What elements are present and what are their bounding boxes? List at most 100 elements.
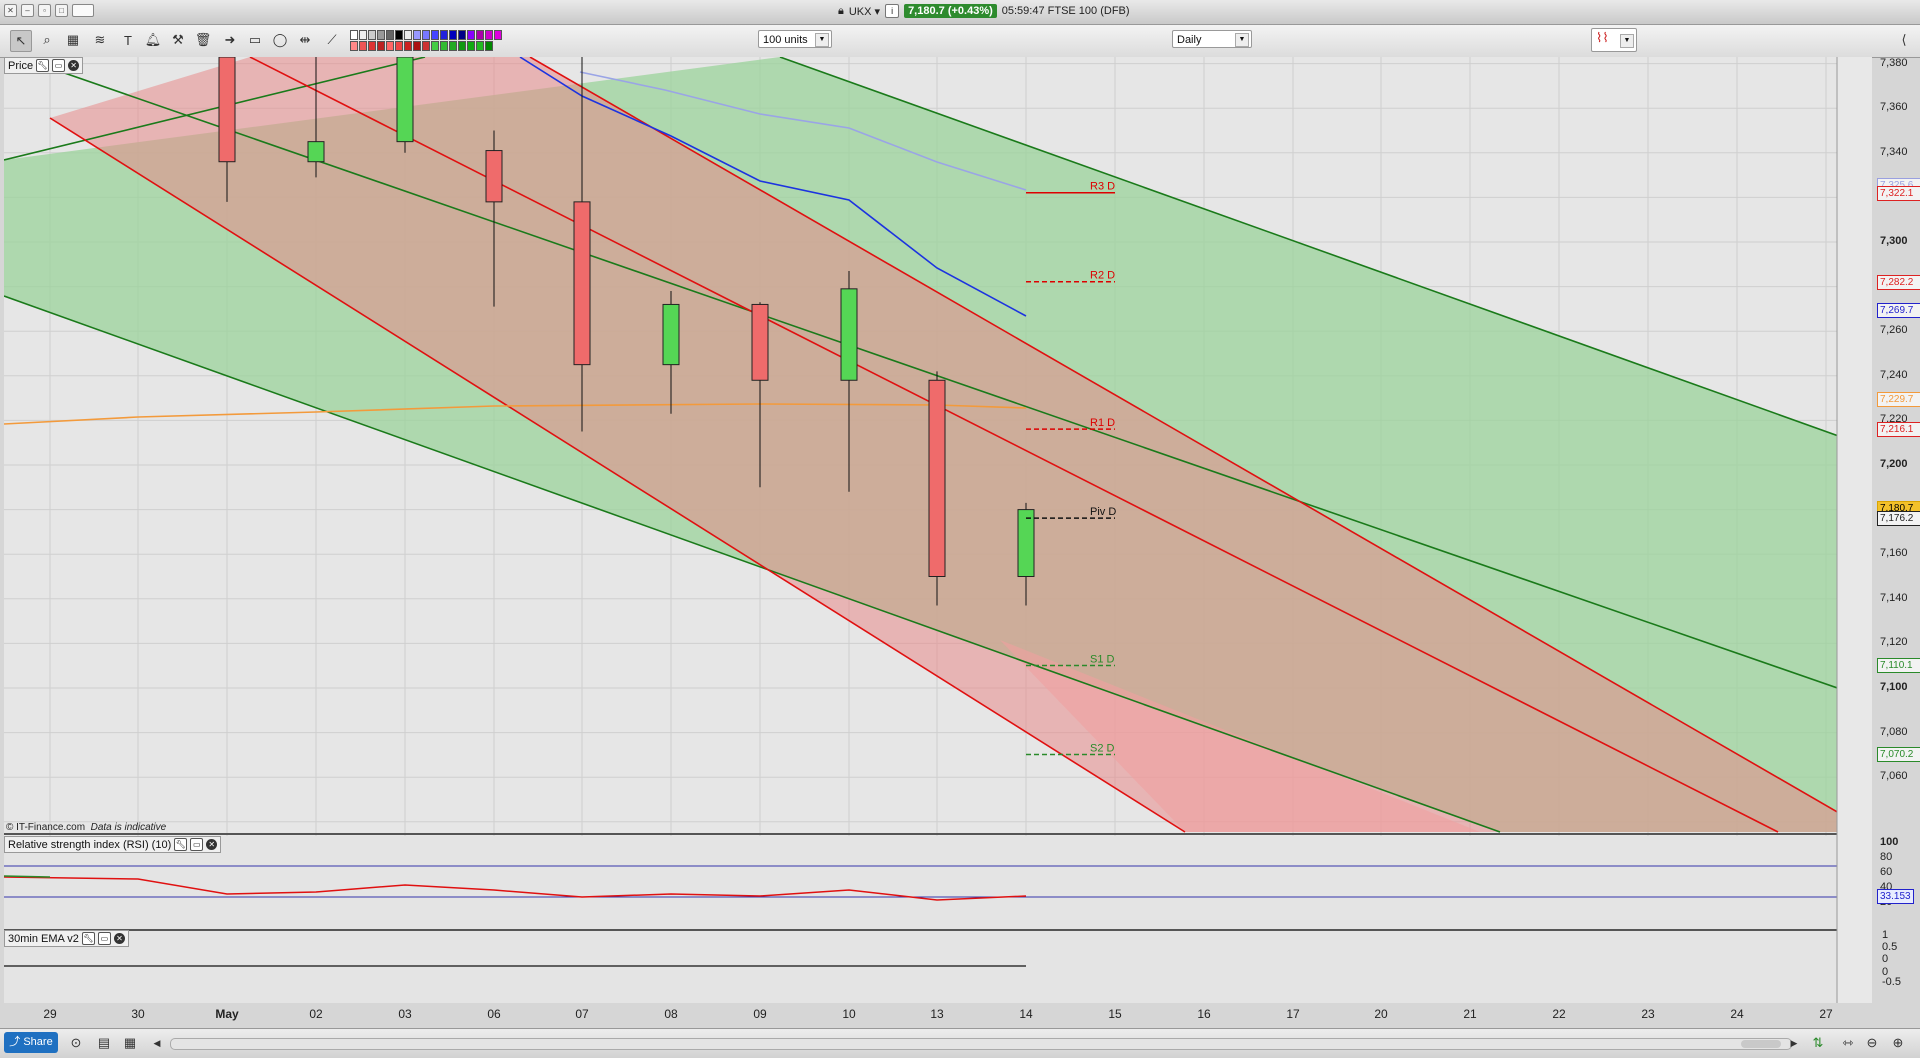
color-swatch[interactable] bbox=[395, 30, 403, 40]
share-button[interactable]: ⤴ Share bbox=[4, 1032, 58, 1053]
color-swatch[interactable] bbox=[350, 30, 358, 40]
pointer-icon[interactable]: ↖ bbox=[10, 30, 32, 52]
window-icon[interactable]: ▭ bbox=[52, 59, 66, 72]
price-tick-label: 7,300 bbox=[1880, 235, 1908, 247]
layout-icon[interactable]: ▤ bbox=[94, 1033, 114, 1053]
close-icon[interactable]: ✕ bbox=[68, 60, 80, 71]
color-swatch[interactable] bbox=[431, 30, 439, 40]
color-swatch[interactable] bbox=[440, 30, 448, 40]
grid-icon[interactable]: ▦ bbox=[120, 1033, 140, 1053]
color-swatch[interactable] bbox=[368, 41, 376, 51]
hammer-icon[interactable]: ⚒ bbox=[168, 30, 188, 50]
pivot-label: R2 D bbox=[1090, 270, 1115, 282]
trendline-icon[interactable]: ⟋ bbox=[322, 30, 342, 50]
price-badge: 7,070.2 bbox=[1877, 747, 1920, 763]
pivot-label: R3 D bbox=[1090, 181, 1115, 193]
fib-icon[interactable]: ≋ bbox=[90, 30, 110, 50]
color-swatch[interactable] bbox=[476, 30, 484, 40]
title-center: 🔒︎ UKX ▾ i 7,180.7 (+0.43%) 05:59:47 FTS… bbox=[838, 4, 1130, 18]
rsi-tick-label: 100 bbox=[1880, 836, 1899, 848]
color-swatch[interactable] bbox=[449, 41, 457, 51]
info-icon[interactable]: i bbox=[885, 4, 900, 18]
wrench-icon[interactable]: 🔧︎ bbox=[36, 59, 50, 72]
minimize-window-icon[interactable]: – bbox=[21, 4, 34, 17]
wrench-icon[interactable]: 🔧︎ bbox=[174, 838, 188, 851]
price-tick-label: 7,380 bbox=[1880, 56, 1908, 69]
scroll-left-icon[interactable]: ◀ bbox=[147, 1033, 167, 1053]
color-swatch[interactable] bbox=[395, 41, 403, 51]
pivot-label: S1 D bbox=[1090, 653, 1115, 665]
keyboard-icon[interactable] bbox=[72, 4, 94, 17]
zoom-range-icon[interactable]: ⇿ bbox=[1838, 1033, 1858, 1053]
scrollbar-thumb[interactable] bbox=[1741, 1040, 1781, 1048]
color-swatch[interactable] bbox=[404, 41, 412, 51]
color-swatch[interactable] bbox=[485, 41, 493, 51]
color-swatch[interactable] bbox=[440, 41, 448, 51]
price-tick-label: 7,080 bbox=[1880, 725, 1908, 738]
price-tick-label: 7,160 bbox=[1880, 547, 1908, 560]
scroll-right-icon[interactable]: ▶ bbox=[1784, 1033, 1804, 1053]
rectangle-icon[interactable]: ▭ bbox=[245, 30, 265, 50]
horizontal-scrollbar[interactable] bbox=[170, 1038, 1792, 1050]
color-swatch[interactable] bbox=[467, 30, 475, 40]
close-window-icon[interactable]: ✕ bbox=[4, 4, 17, 17]
drawing-toolbar: ↖ ⌕ ▦ ≋ T 🔔︎ ⚒ 🗑︎ ➜ ▭ ◯ ⇹ ⟋ 100 units ▼ … bbox=[0, 25, 1920, 58]
zoom-icon[interactable]: ⌕ bbox=[37, 30, 57, 50]
trash-icon[interactable]: 🗑︎ bbox=[193, 30, 213, 50]
window-icon[interactable]: ▭ bbox=[97, 932, 111, 945]
color-swatch[interactable] bbox=[431, 41, 439, 51]
color-swatch[interactable] bbox=[458, 41, 466, 51]
alert-bell-icon[interactable]: 🔔︎ bbox=[143, 30, 163, 50]
price-chart-svg[interactable]: R3 D R2 D R1 D Piv D S1 D S2 D bbox=[3, 51, 1873, 1003]
horizontal-line-icon[interactable]: ⇹ bbox=[295, 30, 315, 50]
wrench-icon[interactable]: 🔧︎ bbox=[81, 932, 95, 945]
zoom-in-icon[interactable]: ⊕ bbox=[1888, 1033, 1908, 1053]
window-icon[interactable]: ▭ bbox=[190, 838, 204, 851]
symbol-dropdown[interactable]: UKX ▾ bbox=[849, 5, 880, 18]
period-select[interactable]: Daily ▼ bbox=[1172, 30, 1252, 48]
side-panel-toggle-icon[interactable]: ⟨ bbox=[1894, 30, 1914, 50]
color-palette bbox=[350, 30, 502, 51]
indicator-menu-button[interactable]: ⌇⌇ ▼ bbox=[1591, 28, 1637, 52]
color-swatch[interactable] bbox=[377, 41, 385, 51]
pivot-label: S2 D bbox=[1090, 742, 1115, 754]
magnet-icon[interactable]: ⊙ bbox=[66, 1033, 86, 1053]
color-swatch[interactable] bbox=[422, 41, 430, 51]
color-swatch[interactable] bbox=[368, 30, 376, 40]
arrow-right-icon[interactable]: ➜ bbox=[220, 30, 240, 50]
color-swatch[interactable] bbox=[494, 30, 502, 40]
units-select[interactable]: 100 units ▼ bbox=[758, 30, 832, 48]
zoom-out-icon[interactable]: ⊖ bbox=[1862, 1033, 1882, 1053]
window-controls: ✕ – ▫ □ bbox=[4, 4, 94, 17]
auto-scale-icon[interactable]: ⇅ bbox=[1808, 1033, 1828, 1053]
close-icon[interactable]: ✕ bbox=[206, 839, 218, 850]
chevron-down-icon: ▼ bbox=[815, 33, 829, 47]
color-swatch[interactable] bbox=[377, 30, 385, 40]
color-swatch[interactable] bbox=[413, 30, 421, 40]
chart-area[interactable]: R3 D R2 D R1 D Piv D S1 D S2 D bbox=[3, 51, 1873, 1003]
color-swatch[interactable] bbox=[458, 30, 466, 40]
window-title: 05:59:47 FTSE 100 (DFB) bbox=[1001, 5, 1130, 17]
color-swatch[interactable] bbox=[476, 41, 484, 51]
restore-window-icon[interactable]: ▫ bbox=[38, 4, 51, 17]
color-swatch[interactable] bbox=[413, 41, 421, 51]
color-swatch[interactable] bbox=[359, 30, 367, 40]
close-icon[interactable]: ✕ bbox=[113, 933, 125, 944]
color-swatch[interactable] bbox=[386, 41, 394, 51]
color-swatch[interactable] bbox=[404, 30, 412, 40]
date-tick-label: 21 bbox=[1463, 1007, 1477, 1021]
price-tick-label: 7,340 bbox=[1880, 145, 1908, 158]
color-swatch[interactable] bbox=[350, 41, 358, 51]
color-swatch[interactable] bbox=[386, 30, 394, 40]
chart-edit-icon[interactable]: ▦ bbox=[63, 30, 83, 50]
candle-up bbox=[396, 56, 414, 143]
color-swatch[interactable] bbox=[467, 41, 475, 51]
color-swatch[interactable] bbox=[449, 30, 457, 40]
ellipse-icon[interactable]: ◯ bbox=[270, 30, 290, 50]
color-swatch[interactable] bbox=[485, 30, 493, 40]
text-icon[interactable]: T bbox=[118, 30, 138, 50]
maximize-window-icon[interactable]: □ bbox=[55, 4, 68, 17]
ema-panel-bg bbox=[4, 931, 1837, 1003]
color-swatch[interactable] bbox=[359, 41, 367, 51]
color-swatch[interactable] bbox=[422, 30, 430, 40]
